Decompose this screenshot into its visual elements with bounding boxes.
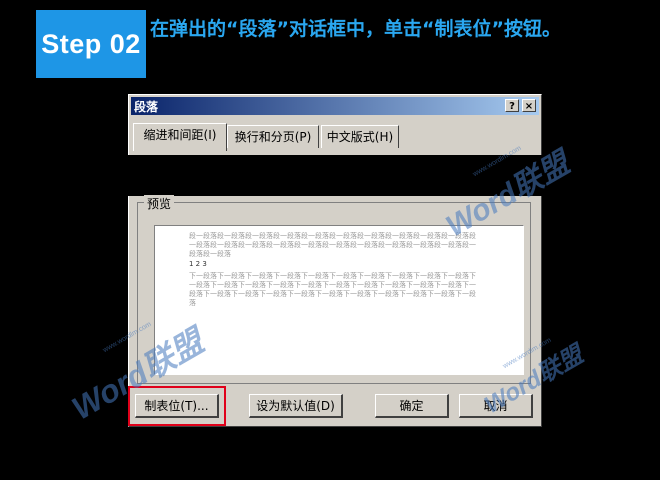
help-button[interactable]: ? xyxy=(505,99,519,112)
step-label: Step 02 xyxy=(41,28,141,59)
instruction-text: 在弹出的“段落”对话框中，单击“制表位”按钮。 xyxy=(150,18,561,40)
dialog-title: 段落 xyxy=(134,100,159,114)
set-default-button[interactable]: 设为默认值(D) xyxy=(249,394,343,418)
paragraph-dialog-top: 段落 ? × 缩进和间距(I) 换行和分页(P) 中文版式(H) xyxy=(128,94,542,155)
preview-previous-paragraph: 段一段落段一段落段一段落段一段落段一段落段一段落段一段落段一段落段一段落段一段落… xyxy=(189,232,476,258)
tab-line-page-breaks[interactable]: 换行和分页(P) xyxy=(227,125,319,148)
step-badge: Step 02 xyxy=(36,10,146,78)
tab-indent-spacing[interactable]: 缩进和间距(I) xyxy=(133,123,227,151)
close-button[interactable]: × xyxy=(522,99,536,112)
preview-next-paragraph: 下一段落下一段落下一段落下一段落下一段落下一段落下一段落下一段落下一段落下一段落… xyxy=(189,272,476,307)
preview-pane: 段一段落段一段落段一段落段一段落段一段落段一段落段一段落段一段落段一段落段一段落… xyxy=(154,225,524,375)
ok-button[interactable]: 确定 xyxy=(375,394,449,418)
preview-current-paragraph: 1 2 3 xyxy=(189,260,207,268)
tab-asian-typography[interactable]: 中文版式(H) xyxy=(321,125,399,148)
preview-label: 预览 xyxy=(144,195,175,212)
dialog-titlebar: 段落 ? × xyxy=(131,97,539,115)
